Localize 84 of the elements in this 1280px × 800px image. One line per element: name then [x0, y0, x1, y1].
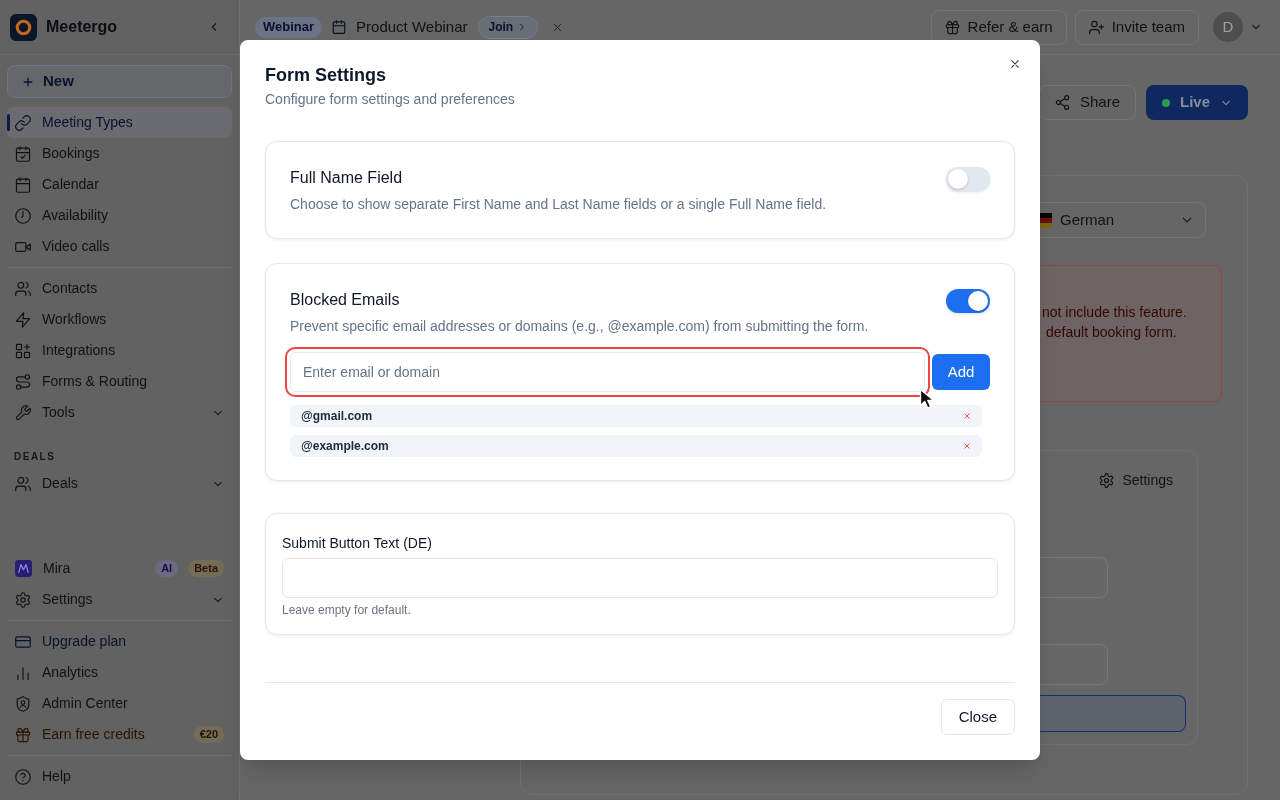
field-label: Submit Button Text (DE)	[282, 534, 433, 553]
calendar-icon	[332, 20, 347, 34]
badge: €20	[193, 726, 224, 743]
nav-item[interactable]: Analytics	[7, 657, 232, 688]
setting-description: Choose to show separate First Name and Last Name fields or a single Full Name field.	[290, 195, 827, 214]
nav-item[interactable]: Earn free credits €20	[7, 719, 232, 750]
live-button[interactable]: Live	[1146, 85, 1248, 120]
selection-bar-icon	[7, 114, 10, 131]
brand-name: Meetergo	[46, 17, 118, 37]
mouse-cursor-icon	[919, 388, 935, 409]
language-select[interactable]: German	[1040, 202, 1206, 238]
join-button[interactable]: Join	[477, 15, 539, 39]
nav-item[interactable]: Meeting Types	[7, 107, 232, 138]
x-icon	[963, 412, 971, 420]
setting-description: Prevent specific email addresses or domains (e.g., @example.com) from submitting the form.	[290, 317, 869, 336]
nav-item[interactable]: Bookings	[7, 138, 232, 169]
calendar-icon	[15, 176, 31, 193]
setting-title: Full Name Field	[290, 168, 404, 188]
nav-item[interactable]: Calendar	[7, 169, 232, 200]
nav-item[interactable]: Settings	[7, 584, 232, 615]
nav-item[interactable]: Forms & Routing	[7, 366, 232, 397]
clock-icon	[15, 207, 31, 224]
alert-text: not include this feature.	[1041, 303, 1188, 322]
event-type-badge: Webinar	[255, 16, 323, 38]
dialog-subtitle: Configure form settings and preferences	[265, 90, 516, 109]
event-title: Product Webinar	[356, 16, 468, 37]
x-icon	[963, 442, 971, 450]
help-icon	[15, 768, 31, 785]
user-plus-icon	[1088, 19, 1104, 35]
shield-user-icon	[15, 695, 31, 712]
new-button[interactable]: New	[7, 65, 232, 98]
credit-card-icon	[15, 633, 31, 650]
ring-logo-icon	[10, 13, 37, 41]
plus-icon	[22, 75, 34, 88]
nav-item[interactable]: Upgrade plan	[7, 626, 232, 657]
badge: AI	[155, 560, 179, 577]
settings-icon	[15, 591, 31, 608]
nav-item[interactable]: Contacts	[7, 273, 232, 304]
nav-item[interactable]: Deals	[7, 468, 232, 499]
nav-item[interactable]: Help	[7, 761, 232, 792]
close-icon	[1009, 58, 1021, 70]
status-dot-icon	[1162, 98, 1170, 107]
nav-item[interactable]: Availability	[7, 200, 232, 231]
users-icon	[15, 280, 31, 297]
remove-button[interactable]	[961, 410, 973, 422]
toggle-switch[interactable]	[946, 289, 990, 313]
gift-icon	[15, 726, 31, 743]
bar-chart-icon	[15, 664, 31, 681]
dialog-title: Form Settings	[265, 64, 387, 87]
share-icon	[1054, 95, 1070, 110]
wrench-icon	[15, 404, 31, 421]
flag-icon	[1040, 212, 1052, 228]
remove-button[interactable]	[961, 440, 973, 452]
nav-item[interactable]: Video calls	[7, 231, 232, 262]
calendar-check-icon	[15, 145, 31, 162]
alert-text: default booking form.	[1045, 323, 1178, 342]
gift-icon	[944, 19, 960, 35]
email-text: @gmail.com	[301, 408, 373, 425]
lightning-icon	[15, 311, 31, 328]
nav-item[interactable]: Admin Center	[7, 688, 232, 719]
add-button[interactable]: Add	[932, 354, 990, 390]
toggle-switch[interactable]	[946, 167, 990, 191]
link-icon	[15, 114, 31, 131]
settings-icon	[1099, 472, 1115, 488]
toolbar-button[interactable]: Invite team	[1074, 9, 1199, 45]
avatar[interactable]: D	[1213, 12, 1243, 42]
nav-item[interactable]: Workflows	[7, 304, 232, 335]
grid-plus-icon	[15, 342, 31, 359]
email-text: @example.com	[301, 438, 389, 455]
setting-title: Blocked Emails	[290, 290, 401, 310]
input-field[interactable]	[1040, 695, 1186, 732]
badge: Beta	[188, 560, 224, 577]
close-button[interactable]: Close	[940, 699, 1015, 735]
field-hint: Leave empty for default.	[282, 602, 412, 618]
route-icon	[15, 373, 31, 390]
nav-item[interactable]: Mira AI Beta	[7, 553, 232, 584]
email-input[interactable]: Enter email or domain	[290, 352, 925, 392]
settings-link[interactable]: Settings	[1099, 470, 1173, 490]
users-icon	[15, 475, 31, 492]
section-heading: DEALS	[13, 449, 57, 464]
zigzag-tile-icon	[15, 560, 32, 577]
close-icon[interactable]	[552, 21, 564, 33]
nav-item[interactable]: Tools	[7, 397, 232, 428]
nav-item[interactable]: Integrations	[7, 335, 232, 366]
